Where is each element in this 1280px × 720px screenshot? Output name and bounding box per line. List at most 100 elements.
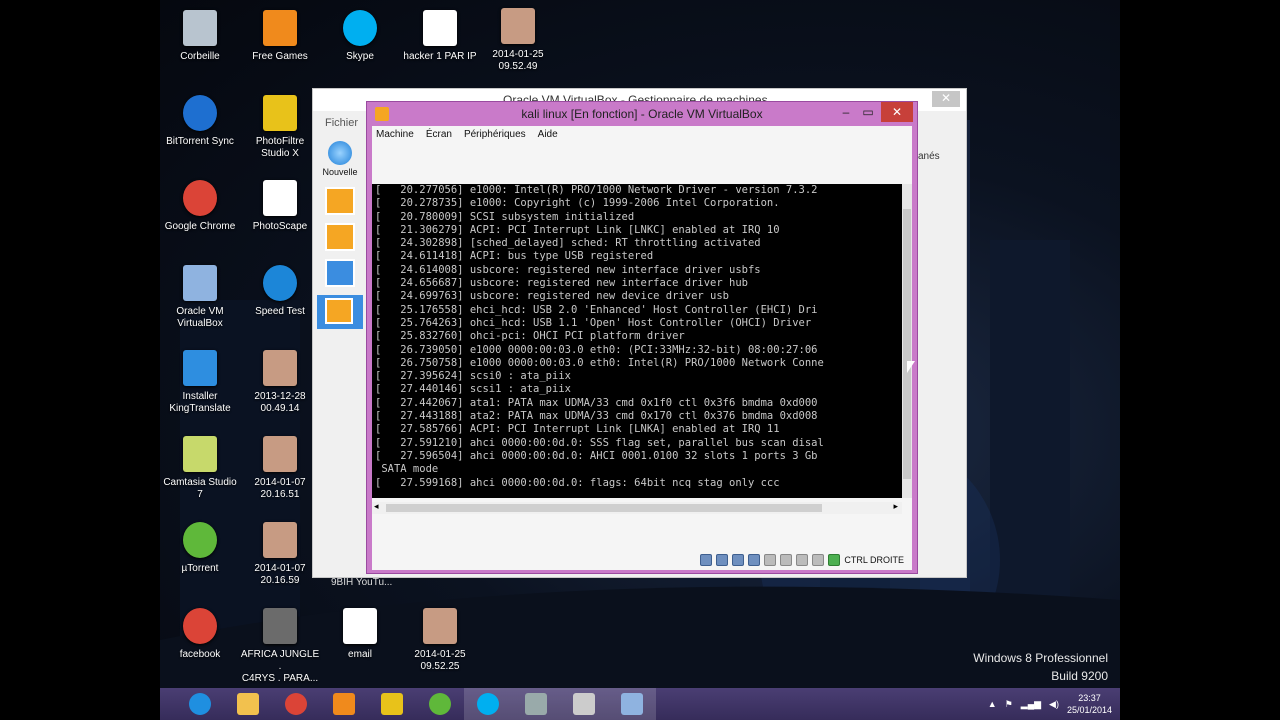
vm-list-item-selected[interactable] bbox=[317, 295, 363, 329]
taskbar-utorrent-button[interactable] bbox=[416, 688, 464, 720]
desktop-icon[interactable]: 2013-12-28 00.49.14 bbox=[240, 348, 320, 415]
desktop-icon[interactable]: 2014-01-07 20.16.59 bbox=[240, 520, 320, 587]
desktop-icon[interactable]: hacker 1 PAR IP bbox=[400, 8, 480, 63]
free-games-icon bbox=[260, 8, 300, 48]
tray-up-arrow-icon[interactable]: ▲ bbox=[988, 699, 997, 709]
tray-flag-icon[interactable]: ⚑ bbox=[1005, 699, 1013, 710]
manager-detail-panel bbox=[913, 184, 965, 564]
manager-menu-fichier[interactable]: Fichier bbox=[325, 117, 358, 129]
scroll-right-icon[interactable]: ▸ bbox=[893, 501, 898, 512]
desktop-icon[interactable]: Google Chrome bbox=[160, 178, 240, 233]
vm-console[interactable]: [ 20.277056] e1000: Intel(R) PRO/1000 Ne… bbox=[372, 184, 902, 498]
desktop-icon[interactable]: 2014-01-25 09.52.25 bbox=[400, 606, 480, 673]
desktop-icon[interactable]: PhotoFiltre Studio X bbox=[240, 93, 320, 160]
desktop-icon[interactable]: Speed Test bbox=[240, 263, 320, 318]
desktop-icon-label: Installer KingTranslate bbox=[169, 391, 231, 414]
vm-list-item[interactable] bbox=[325, 187, 355, 215]
taskbar-chrome-button[interactable] bbox=[272, 688, 320, 720]
speed-test-icon bbox=[260, 263, 300, 303]
horizontal-scroll-thumb[interactable] bbox=[386, 504, 822, 512]
console-vertical-scrollbar[interactable] bbox=[902, 184, 912, 498]
scroll-left-icon[interactable]: ◂ bbox=[374, 501, 379, 512]
desktop-icon-label: 2014-01-07 20.16.59 bbox=[254, 563, 306, 586]
taskbar-virtualbox-button[interactable] bbox=[608, 688, 656, 720]
desktop-icon[interactable]: Free Games bbox=[240, 8, 320, 63]
menu-machine[interactable]: Machine bbox=[376, 129, 414, 143]
close-button[interactable]: ✕ bbox=[881, 102, 913, 122]
recorder-icon bbox=[573, 693, 595, 715]
taskbar-media-player-button[interactable] bbox=[320, 688, 368, 720]
taskbar-file-explorer-button[interactable] bbox=[224, 688, 272, 720]
taskbar-skype-button[interactable] bbox=[464, 688, 512, 720]
taskbar-recorder-button[interactable] bbox=[560, 688, 608, 720]
desktop-icon[interactable]: Corbeille bbox=[160, 8, 240, 63]
desktop-icon[interactable]: 2014-01-07 20.16.51 bbox=[240, 434, 320, 501]
tray-network-icon[interactable]: ▂▄▆ bbox=[1021, 699, 1041, 710]
video-icon bbox=[260, 606, 300, 646]
new-vm-button[interactable]: Nouvelle bbox=[317, 141, 363, 177]
desktop-icon[interactable]: Camtasia Studio 7 bbox=[160, 434, 240, 501]
mouse-cursor-icon bbox=[907, 361, 915, 373]
mouse-integration-icon[interactable] bbox=[812, 554, 825, 566]
desktop-icon-label: email bbox=[348, 649, 372, 660]
desktop-icon-label: Speed Test bbox=[255, 306, 305, 317]
clock-date: 25/01/2014 bbox=[1066, 705, 1112, 715]
desktop-icon[interactable]: µTorrent bbox=[160, 520, 240, 575]
desktop-icon[interactable]: Skype bbox=[320, 8, 400, 63]
video-capture-icon[interactable] bbox=[796, 554, 809, 566]
desktop-icon-label: BitTorrent Sync bbox=[166, 136, 234, 147]
taskbar-ie-button[interactable] bbox=[176, 688, 224, 720]
vm-list-item[interactable] bbox=[325, 223, 355, 251]
vm-menubar: Machine Écran Périphériques Aide bbox=[372, 126, 912, 146]
document-icon bbox=[420, 8, 460, 48]
clock[interactable]: 23:37 25/01/2014 bbox=[1067, 692, 1112, 716]
minimize-button[interactable]: – bbox=[835, 102, 857, 122]
system-tray: ▲ ⚑ ▂▄▆ ◀) 23:37 25/01/2014 bbox=[988, 688, 1112, 720]
desktop-icon-label: Camtasia Studio 7 bbox=[163, 477, 237, 500]
photoscape-icon bbox=[260, 178, 300, 218]
ie-icon bbox=[189, 693, 211, 715]
host-key-label: CTRL DROITE bbox=[844, 555, 904, 565]
console-horizontal-scrollbar[interactable]: ◂ ▸ bbox=[372, 501, 902, 514]
clock-time: 23:37 bbox=[1078, 693, 1101, 703]
tray-volume-icon[interactable]: ◀) bbox=[1049, 699, 1059, 710]
maximize-button[interactable]: ▭ bbox=[857, 102, 879, 122]
photofiltre-icon bbox=[381, 693, 403, 715]
manager-right-label: anés bbox=[918, 151, 940, 162]
host-key-icon bbox=[828, 554, 841, 566]
desktop-icon[interactable]: email bbox=[320, 606, 400, 661]
virtualbox-icon bbox=[621, 693, 643, 715]
hard-disk-icon[interactable] bbox=[700, 554, 713, 566]
desktop-icon[interactable]: Installer KingTranslate bbox=[160, 348, 240, 415]
desktop-icon[interactable]: AFRICA JUNGLE . C4RYS . PARA... bbox=[240, 606, 320, 685]
optical-drive-icon[interactable] bbox=[716, 554, 729, 566]
desktop-icon[interactable]: BitTorrent Sync bbox=[160, 93, 240, 148]
usb-icon[interactable] bbox=[732, 554, 745, 566]
desktop-icon[interactable]: facebook bbox=[160, 606, 240, 661]
network-icon[interactable] bbox=[748, 554, 761, 566]
taskbar-photofiltre-button[interactable] bbox=[368, 688, 416, 720]
desktop-icon-label: 2014-01-25 09.52.49 bbox=[492, 49, 544, 72]
menu-peripheriques[interactable]: Périphériques bbox=[464, 129, 526, 143]
desktop-icon[interactable]: 2014-01-25 09.52.49 bbox=[478, 6, 558, 73]
shared-folder-icon[interactable] bbox=[764, 554, 777, 566]
vm-window[interactable]: kali linux [En fonction] - Oracle VM Vir… bbox=[366, 101, 918, 574]
desktop-icon-label: PhotoScape bbox=[252, 221, 308, 232]
virtualbox-icon bbox=[180, 263, 220, 303]
chrome-icon bbox=[180, 606, 220, 646]
photo-icon bbox=[260, 520, 300, 560]
menu-aide[interactable]: Aide bbox=[538, 129, 558, 143]
taskbar-camtasia-button[interactable] bbox=[512, 688, 560, 720]
manager-close-button[interactable]: ✕ bbox=[932, 91, 960, 107]
console-output: [ 20.277056] e1000: Intel(R) PRO/1000 Ne… bbox=[375, 184, 824, 498]
taskbar: ▲ ⚑ ▂▄▆ ◀) 23:37 25/01/2014 bbox=[160, 688, 1120, 720]
menu-ecran[interactable]: Écran bbox=[426, 129, 452, 143]
utorrent-icon bbox=[429, 693, 451, 715]
desktop-icon-label: Skype bbox=[346, 51, 374, 62]
display-icon[interactable] bbox=[780, 554, 793, 566]
vertical-scroll-thumb[interactable] bbox=[903, 209, 911, 479]
desktop-icon[interactable]: Oracle VM VirtualBox bbox=[160, 263, 240, 330]
desktop-icon[interactable]: PhotoScape bbox=[240, 178, 320, 233]
document-icon bbox=[340, 606, 380, 646]
vm-list-item[interactable] bbox=[325, 259, 355, 287]
